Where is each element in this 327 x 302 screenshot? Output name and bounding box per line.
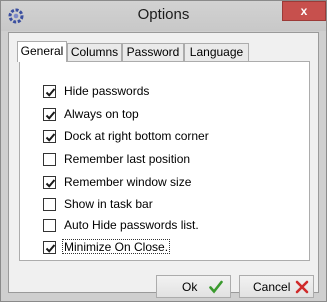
- remember-window-size-label: Remember window size: [64, 175, 192, 189]
- dialog-body: General Columns Password Language Hide p…: [8, 32, 319, 298]
- checkmark-icon: [45, 133, 56, 142]
- green-checkmark-icon: [209, 280, 223, 294]
- remember-last-position-label: Remember last position: [64, 152, 191, 166]
- minimize-on-close-label: Minimize On Close.: [64, 240, 169, 254]
- title-bar[interactable]: Options x: [1, 1, 326, 31]
- checkmark-icon: [45, 244, 56, 253]
- checkmark-icon: [45, 111, 56, 120]
- remember-last-position-checkbox[interactable]: [43, 153, 56, 166]
- tab-general[interactable]: General: [17, 41, 67, 62]
- show-in-task-bar-label: Show in task bar: [64, 197, 153, 211]
- auto-hide-passwords-list-label: Auto Hide passwords list.: [64, 218, 199, 232]
- red-x-icon: [295, 280, 309, 294]
- remember-window-size-checkbox[interactable]: [43, 176, 56, 189]
- options-dialog: Options x General Columns Password Langu…: [0, 0, 327, 302]
- auto-hide-passwords-list-checkbox[interactable]: [43, 219, 56, 232]
- dock-right-bottom-label: Dock at right bottom corner: [64, 129, 209, 143]
- close-icon: x: [300, 4, 308, 18]
- minimize-on-close-checkbox[interactable]: [43, 241, 56, 254]
- always-on-top-checkbox[interactable]: [43, 108, 56, 121]
- tab-columns[interactable]: Columns: [67, 43, 122, 61]
- tab-language[interactable]: Language: [184, 43, 249, 61]
- hide-passwords-label: Hide passwords: [64, 84, 150, 98]
- ok-button[interactable]: Ok: [156, 275, 231, 298]
- checkmark-icon: [45, 88, 56, 97]
- hide-passwords-checkbox[interactable]: [43, 85, 56, 98]
- dock-right-bottom-checkbox[interactable]: [43, 130, 56, 143]
- checkmark-icon: [45, 179, 56, 188]
- window-title: Options: [137, 6, 190, 23]
- general-tab-panel: Hide passwords Always on top Dock at rig…: [19, 61, 310, 261]
- always-on-top-label: Always on top: [64, 107, 139, 121]
- cancel-button[interactable]: Cancel: [239, 275, 314, 298]
- cancel-button-label: Cancel: [253, 280, 291, 294]
- ok-button-label: Ok: [182, 280, 198, 294]
- tab-password[interactable]: Password: [122, 43, 184, 61]
- close-button[interactable]: x: [282, 1, 326, 21]
- show-in-task-bar-checkbox[interactable]: [43, 198, 56, 211]
